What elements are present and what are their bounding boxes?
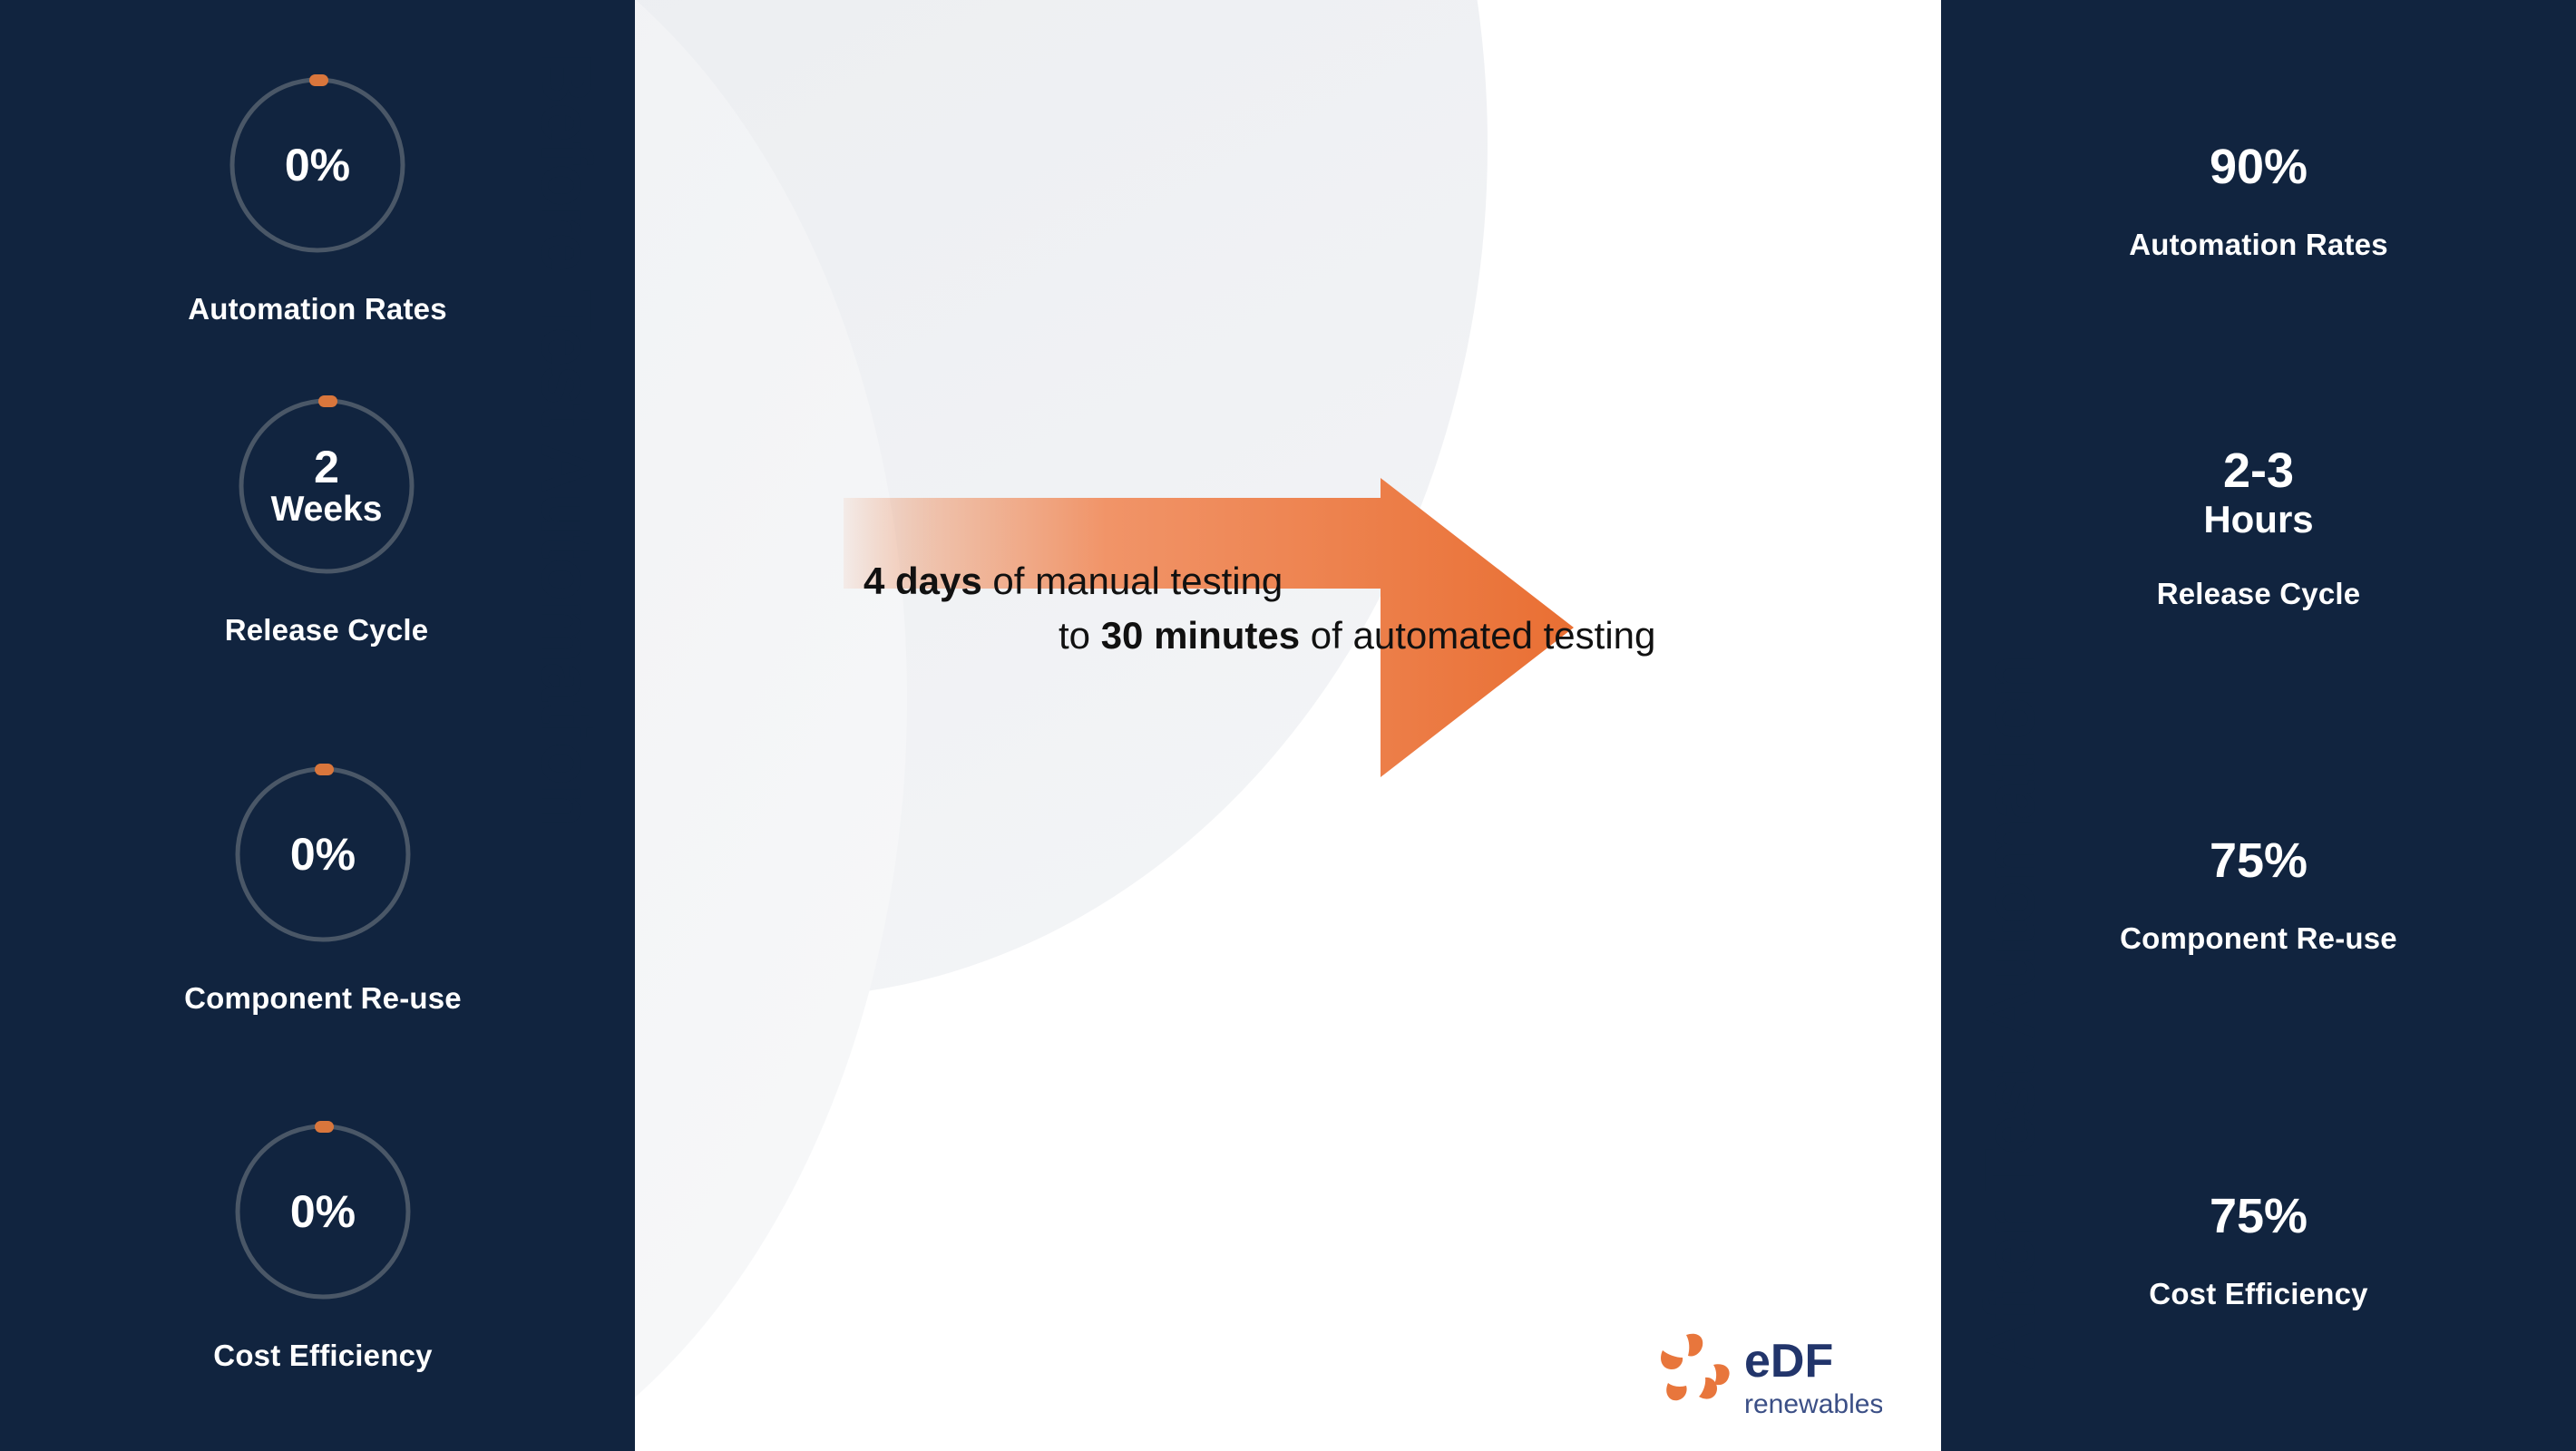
before-metric-automation-rates: 0% Automation Rates <box>0 69 635 326</box>
edf-brand-text: eDF <box>1744 1335 1833 1388</box>
gauge-value-group: 0% <box>221 69 414 261</box>
gauge-automation-rates: 0% <box>221 69 414 261</box>
edf-pinwheel-icon <box>1661 1333 1730 1401</box>
transformation-arrow: 4 days of manual testing to 30 minutes o… <box>844 478 1823 777</box>
before-metric-label: Automation Rates <box>188 292 447 326</box>
after-metric-cost-efficiency: 75% Cost Efficiency <box>1941 1190 2576 1311</box>
edf-renewables-logo: eDF renewables <box>1646 1326 1883 1424</box>
center-stage: 4 days of manual testing to 30 minutes o… <box>635 0 1941 1451</box>
before-metric-cost-efficiency: 0% Cost Efficiency <box>5 1115 640 1373</box>
after-metric-value: 2-3 <box>2222 443 2295 498</box>
gauge-cost-efficiency: 0% <box>227 1115 419 1308</box>
after-metric-label: Component Re-use <box>2120 921 2397 956</box>
gauge-component-re-use: 0% <box>227 758 419 950</box>
gauge-unit: Weeks <box>270 489 383 529</box>
gauge-value-group: 0% <box>227 1115 419 1308</box>
after-metric-automation-rates: 90% Automation Rates <box>1941 141 2576 262</box>
after-metric-value: 90% <box>2209 140 2308 194</box>
before-metric-label: Cost Efficiency <box>213 1339 433 1372</box>
gauge-value: 0% <box>289 828 356 880</box>
after-metric-label: Release Cycle <box>2156 576 2361 610</box>
before-metric-release-cycle: 2 Weeks Release Cycle <box>9 390 644 648</box>
gauge-value: 2 <box>314 442 339 493</box>
arrow-shape-icon <box>844 478 1574 777</box>
after-metric-release-cycle: 2-3 Hours Release Cycle <box>1941 444 2576 611</box>
after-metric-value: 75% <box>2209 1189 2308 1243</box>
before-metric-label: Release Cycle <box>224 613 429 647</box>
after-metric-component-re-use: 75% Component Re-use <box>1941 834 2576 956</box>
slide-root: 4 days of manual testing to 30 minutes o… <box>0 0 2576 1451</box>
after-metric-value: 75% <box>2209 833 2308 888</box>
after-metric-label: Automation Rates <box>2129 228 2388 262</box>
after-metric-unit: Hours <box>2203 498 2314 541</box>
gauge-value: 0% <box>284 139 351 190</box>
gauge-value-group: 2 Weeks <box>230 390 423 582</box>
gauge-value: 0% <box>289 1185 356 1237</box>
after-metric-label: Cost Efficiency <box>2149 1277 2368 1311</box>
edf-tagline-text: renewables <box>1744 1389 1882 1419</box>
before-metric-component-re-use: 0% Component Re-use <box>5 758 640 1016</box>
gauge-value-group: 0% <box>227 758 419 950</box>
before-metric-label: Component Re-use <box>184 981 462 1015</box>
edf-logo-svg: eDF renewables <box>1661 1333 1883 1419</box>
gauge-release-cycle: 2 Weeks <box>230 390 423 582</box>
